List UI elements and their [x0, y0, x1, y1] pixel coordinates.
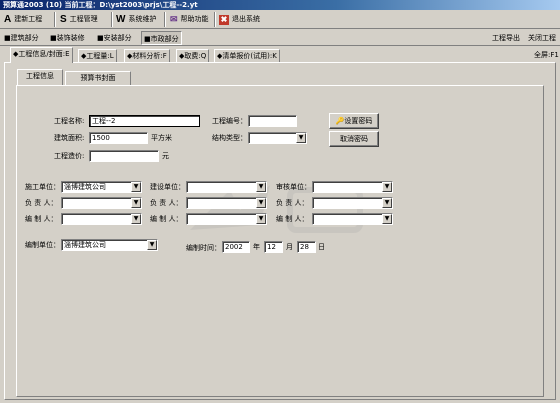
toolbar-separator — [111, 12, 113, 27]
dropdown-arrow-icon[interactable]: ▼ — [256, 198, 266, 208]
section-decoration[interactable]: ■装饰装修 — [48, 31, 87, 45]
new-project-icon: A — [4, 14, 12, 25]
exit-button[interactable]: ✖ 退出系统 — [219, 11, 260, 28]
dropdown-arrow-icon[interactable]: ▼ — [131, 182, 141, 192]
new-project-button[interactable]: A 建新工程 — [4, 11, 42, 28]
builder-compiler-select[interactable]: ▼ — [186, 213, 267, 225]
audit-unit-label: 审核单位： — [276, 183, 311, 191]
structure-type-label: 结构类型： — [212, 134, 247, 142]
dropdown-arrow-icon[interactable]: ▼ — [131, 214, 141, 224]
audit-compiler-label: 编 制 人： — [276, 215, 309, 223]
year-unit-label: 年 — [253, 243, 260, 251]
dropdown-arrow-icon[interactable]: ▼ — [382, 198, 392, 208]
construction-compiler-select[interactable]: ▼ — [61, 213, 142, 225]
dropdown-arrow-icon[interactable]: ▼ — [382, 182, 392, 192]
fullscreen-hint[interactable]: 全屏:F1 — [534, 49, 559, 61]
close-project-button[interactable]: 关闭工程 — [526, 31, 558, 45]
construction-unit-label: 施工单位： — [25, 183, 60, 191]
toolbar-separator — [54, 12, 56, 27]
builder-responsible-label: 负 责 人： — [150, 199, 183, 207]
audit-unit-select[interactable]: ▼ — [312, 181, 393, 193]
project-manage-icon: S — [60, 14, 67, 25]
exit-icon: ✖ — [219, 14, 229, 25]
building-area-input[interactable]: 1500 — [89, 132, 148, 144]
project-cost-label: 工程造价: — [54, 152, 85, 160]
day-unit-label: 日 — [318, 243, 325, 251]
audit-compiler-select[interactable]: ▼ — [312, 213, 393, 225]
tab-fees[interactable]: ◆取费:Q — [176, 49, 210, 62]
tab-material-analysis[interactable]: ◆材料分析:F — [124, 49, 170, 62]
construction-unit-select[interactable]: 淄博建筑公司 ▼ — [61, 181, 142, 193]
builder-unit-select[interactable]: ▼ — [186, 181, 267, 193]
compile-unit-select[interactable]: 淄博建筑公司 ▼ — [61, 239, 158, 251]
audit-responsible-select[interactable]: ▼ — [312, 197, 393, 209]
section-architecture[interactable]: ■建筑部分 — [2, 31, 41, 45]
building-area-label: 建筑面积: — [54, 134, 85, 142]
section-installation[interactable]: ■安装部分 — [95, 31, 134, 45]
construction-compiler-label: 编 制 人： — [25, 215, 58, 223]
window-title: 预算通2003 (10) 当前工程：D:\yst2003\prjs\工程--2.… — [0, 0, 560, 10]
help-book-icon: ✉ — [170, 14, 178, 24]
area-unit-label: 平方米 — [151, 134, 172, 142]
subtab-budget-cover[interactable]: 预算书封面 — [65, 71, 131, 85]
export-project-button[interactable]: 工程导出 — [490, 31, 522, 45]
cost-unit-label: 元 — [162, 152, 169, 160]
project-manage-button[interactable]: S 工程管理 — [60, 11, 98, 28]
compile-unit-label: 编制单位： — [25, 241, 60, 249]
builder-unit-label: 建设单位： — [150, 183, 185, 191]
day-input[interactable]: 28 — [297, 241, 316, 253]
project-name-input[interactable]: 工程--2 — [89, 115, 200, 127]
dropdown-arrow-icon[interactable]: ▼ — [256, 182, 266, 192]
set-password-button[interactable]: 🔑设置密码 — [329, 113, 379, 129]
tab-bill-quote[interactable]: ◆清单报价(试用):K — [214, 49, 280, 62]
year-input[interactable]: 2002 — [222, 241, 250, 253]
builder-responsible-select[interactable]: ▼ — [186, 197, 267, 209]
month-unit-label: 月 — [286, 243, 293, 251]
dropdown-arrow-icon[interactable]: ▼ — [382, 214, 392, 224]
main-tabs: ◆工程信息/封面:E ◆工程量:L ◆材料分析:F ◆取费:Q ◆清单报价(试用… — [0, 47, 560, 63]
structure-type-select[interactable]: ▼ — [248, 132, 307, 144]
toolbar-separator — [214, 12, 216, 27]
project-no-input[interactable] — [248, 115, 297, 127]
builder-compiler-label: 编 制 人： — [150, 215, 183, 223]
tab-quantities[interactable]: ◆工程量:L — [78, 49, 117, 62]
project-name-label: 工程名称: — [54, 117, 85, 125]
help-button[interactable]: ✉ 帮助功能 — [170, 11, 209, 28]
compile-time-label: 编制时间： — [186, 244, 221, 252]
construction-responsible-select[interactable]: ▼ — [61, 197, 142, 209]
section-bar: ■建筑部分 ■装饰装修 ■安装部分 ■市政部分 工程导出 关闭工程 — [0, 30, 560, 46]
dropdown-arrow-icon[interactable]: ▼ — [296, 133, 306, 143]
tab-project-info[interactable]: ◆工程信息/封面:E — [10, 47, 73, 63]
subtab-project-info[interactable]: 工程信息 — [17, 69, 63, 85]
construction-responsible-label: 负 责 人： — [25, 199, 58, 207]
dropdown-arrow-icon[interactable]: ▼ — [147, 240, 157, 250]
cancel-password-button[interactable]: 取消密码 — [329, 131, 379, 147]
section-municipal[interactable]: ■市政部分 — [141, 31, 182, 45]
dropdown-arrow-icon[interactable]: ▼ — [131, 198, 141, 208]
dropdown-arrow-icon[interactable]: ▼ — [256, 214, 266, 224]
project-no-label: 工程编号： — [212, 117, 247, 125]
project-cost-input[interactable] — [89, 150, 159, 162]
toolbar-separator — [164, 12, 166, 27]
system-maintain-button[interactable]: W 系统维护 — [116, 11, 156, 28]
main-toolbar: A 建新工程 S 工程管理 W 系统维护 ✉ 帮助功能 ✖ 退出系统 — [0, 10, 560, 29]
system-maintain-icon: W — [116, 14, 126, 25]
month-input[interactable]: 12 — [264, 241, 283, 253]
audit-responsible-label: 负 责 人： — [276, 199, 309, 207]
